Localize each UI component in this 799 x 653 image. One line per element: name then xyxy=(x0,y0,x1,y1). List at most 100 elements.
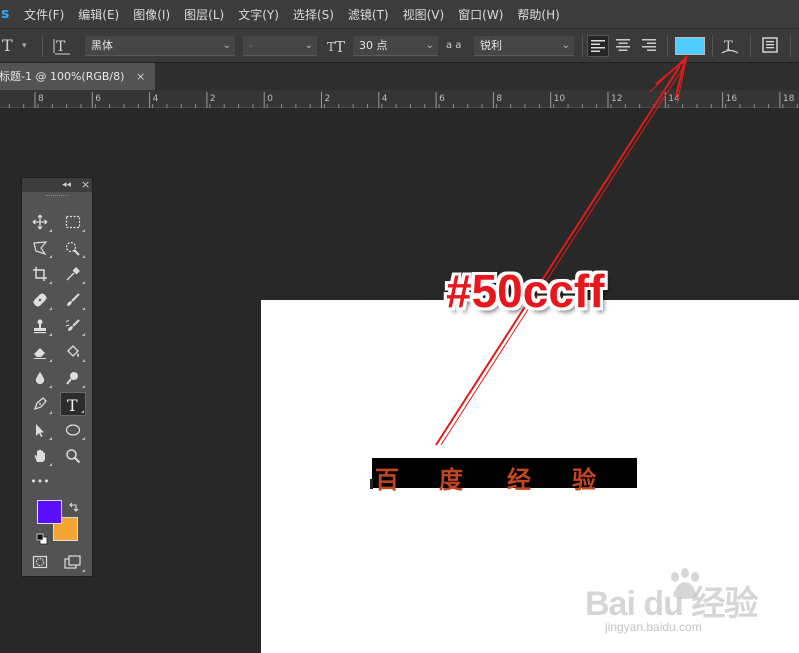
ruler-label: 14 xyxy=(668,94,680,104)
quick-mask-button[interactable] xyxy=(27,550,53,574)
ruler-label: 0 xyxy=(267,94,273,104)
rectangular-marquee-icon xyxy=(65,215,81,229)
antialias-select[interactable]: 锐利 ⌄ xyxy=(474,36,574,56)
separator xyxy=(712,35,713,57)
antialias-icon: a a xyxy=(446,40,462,51)
chevron-down-icon: ⌄ xyxy=(561,40,570,51)
horizontal-ruler: 8 6 4 2 0 2 4 6 8 10 12 14 16 18 xyxy=(0,90,799,108)
swap-colors-icon[interactable] xyxy=(68,499,80,518)
menu-type[interactable]: 文字(Y) xyxy=(238,6,279,23)
lasso-tool[interactable] xyxy=(27,236,53,260)
menu-window[interactable]: 窗口(W) xyxy=(458,6,503,23)
align-left-button[interactable] xyxy=(587,35,609,57)
path-selection-tool[interactable] xyxy=(27,418,53,442)
chevron-down-icon: ⌄ xyxy=(304,40,313,51)
move-icon xyxy=(32,214,48,230)
ellipse-tool[interactable] xyxy=(60,418,86,442)
menu-file[interactable]: 文件(F) xyxy=(24,6,64,23)
font-style-select[interactable]: - ⌄ xyxy=(243,36,317,56)
text-orientation-icon: T xyxy=(53,39,70,55)
ruler-label: 4 xyxy=(382,94,388,104)
text-char: 验 xyxy=(572,466,596,494)
align-left-icon xyxy=(591,40,605,52)
close-icon[interactable]: × xyxy=(136,63,145,90)
hand-tool[interactable] xyxy=(27,444,53,468)
tool-preset-picker[interactable]: T ▾ xyxy=(2,36,38,56)
eraser-icon xyxy=(34,348,46,359)
close-icon[interactable]: × xyxy=(81,178,90,192)
clone-stamp-tool[interactable] xyxy=(27,314,53,338)
svg-text:T: T xyxy=(56,39,66,55)
paint-bucket-tool[interactable] xyxy=(60,340,86,364)
crop-tool[interactable] xyxy=(27,262,53,286)
edit-toolbar-button[interactable]: ••• xyxy=(27,470,53,494)
character-panel-button[interactable] xyxy=(761,36,781,56)
ruler-label: 2 xyxy=(210,94,216,104)
ruler-label: 6 xyxy=(439,94,445,104)
history-brush-tool[interactable] xyxy=(60,314,86,338)
eraser-tool[interactable] xyxy=(27,340,53,364)
brush-tool[interactable] xyxy=(60,288,86,312)
move-tool[interactable] xyxy=(27,210,53,234)
type-tool[interactable]: T xyxy=(60,392,86,416)
dodge-tool[interactable] xyxy=(60,366,86,390)
menu-view[interactable]: 视图(V) xyxy=(403,6,445,23)
eyedropper-tool[interactable] xyxy=(60,262,86,286)
menu-bar: s 文件(F) 编辑(E) 图像(I) 图层(L) 文字(Y) 选择(S) 滤镜… xyxy=(0,0,799,28)
tools-panel-header[interactable]: ◂◂ × xyxy=(22,178,92,192)
water-drop-icon xyxy=(35,372,45,384)
separator xyxy=(582,35,583,57)
menu-filter[interactable]: 滤镜(T) xyxy=(348,6,389,23)
type-icon: T xyxy=(67,396,78,415)
bandage-icon xyxy=(33,293,47,307)
more-icon: ••• xyxy=(30,475,50,488)
panel-grip[interactable] xyxy=(46,195,68,198)
text-layer-selection[interactable]: 百 度 经 验 xyxy=(372,458,637,494)
ruler-label: 4 xyxy=(153,94,159,104)
menu-layer[interactable]: 图层(L) xyxy=(184,6,224,23)
text-char: 经 xyxy=(507,466,531,494)
screen-mode-icon xyxy=(64,555,81,569)
menu-select[interactable]: 选择(S) xyxy=(293,6,334,23)
marquee-tool[interactable] xyxy=(60,210,86,234)
blur-tool[interactable] xyxy=(27,366,53,390)
align-center-button[interactable] xyxy=(613,35,635,57)
warp-text-button[interactable]: T xyxy=(720,36,740,56)
quick-selection-tool[interactable] xyxy=(60,236,86,260)
font-family-select[interactable]: 黑体 ⌄ xyxy=(85,36,235,56)
ellipse-icon xyxy=(65,424,81,436)
foreground-color-swatch[interactable] xyxy=(37,500,62,524)
warp-text-icon: T xyxy=(721,39,739,54)
polygonal-lasso-icon xyxy=(33,241,48,256)
pen-tool[interactable] xyxy=(27,392,53,416)
align-center-icon xyxy=(616,39,630,51)
align-right-button[interactable] xyxy=(639,35,661,57)
brush-icon xyxy=(67,293,80,306)
menu-help[interactable]: 帮助(H) xyxy=(517,6,559,23)
screen-mode-button[interactable] xyxy=(60,550,86,574)
type-tool-icon: T xyxy=(2,36,13,55)
paint-bucket-icon xyxy=(67,345,79,357)
menu-edit[interactable]: 编辑(E) xyxy=(78,6,119,23)
baidu-watermark: Bai du 经验 jingyan.baidu.com xyxy=(585,568,795,648)
zoom-tool[interactable] xyxy=(60,444,86,468)
ruler-ticks: 8 6 4 2 0 2 4 6 8 10 12 14 16 18 xyxy=(8,92,798,108)
toggle-orientation-button[interactable]: T xyxy=(52,36,74,56)
default-colors-icon[interactable] xyxy=(36,530,48,549)
crop-icon xyxy=(33,267,47,281)
menu-image[interactable]: 图像(I) xyxy=(133,6,170,23)
collapse-icon[interactable]: ◂◂ xyxy=(62,178,71,192)
font-size-select[interactable]: 30 点 ⌄ xyxy=(353,36,438,56)
photoshop-logo: s xyxy=(1,6,10,22)
chevron-down-icon: ⌄ xyxy=(425,40,434,51)
text-char: 度 xyxy=(439,466,463,494)
healing-brush-tool[interactable] xyxy=(27,288,53,312)
pen-icon xyxy=(33,397,47,411)
svg-text:T: T xyxy=(67,397,78,413)
font-size-icon: T T xyxy=(327,36,349,56)
separator xyxy=(667,35,668,57)
ruler-label: 2 xyxy=(325,94,331,104)
text-color-swatch[interactable] xyxy=(675,37,705,55)
document-tab[interactable]: 未标题-1 @ 100%(RGB/8) × xyxy=(0,63,155,90)
separator xyxy=(790,35,791,57)
